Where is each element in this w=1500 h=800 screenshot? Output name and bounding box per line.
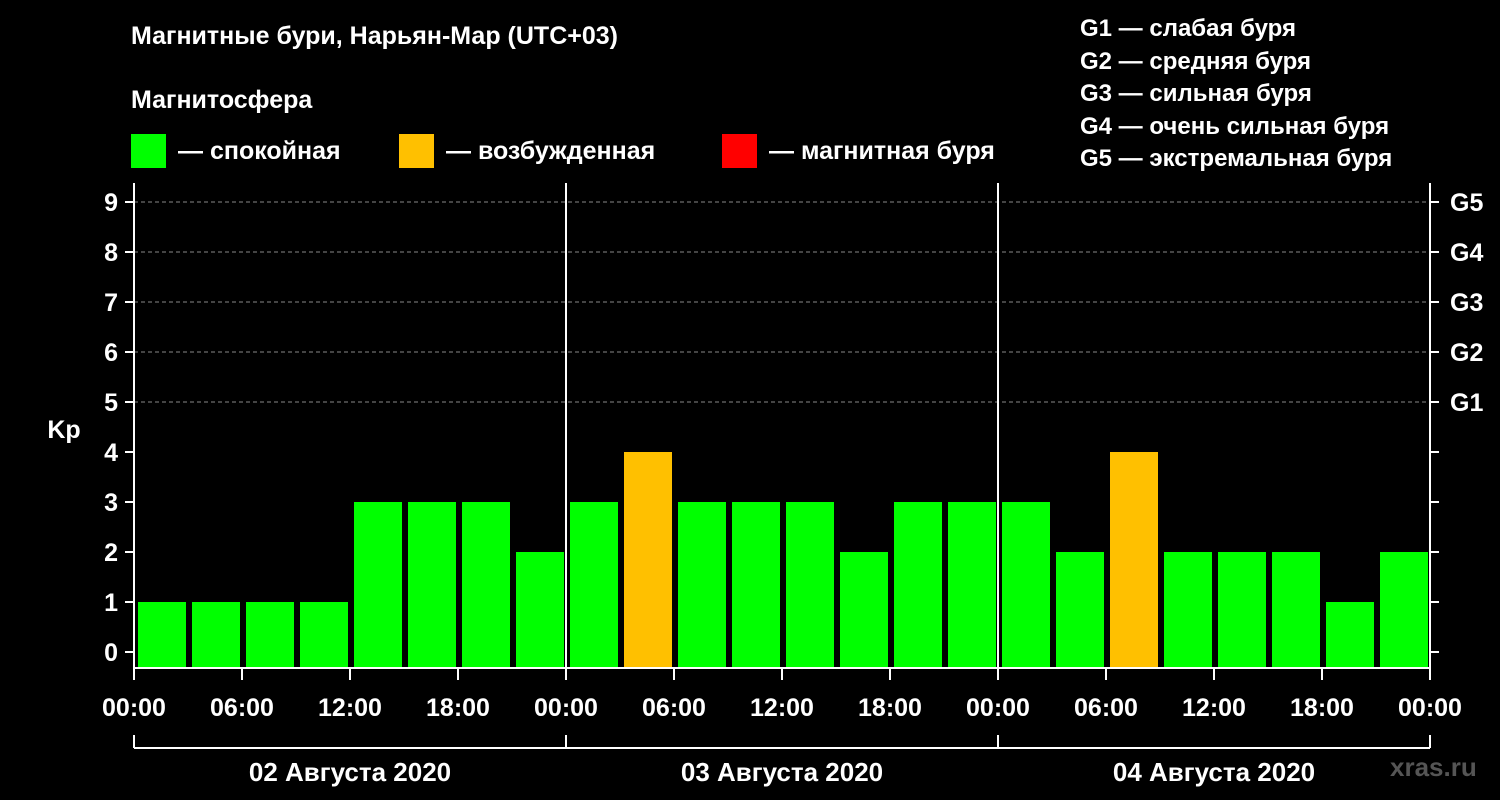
g-level-label: G1 <box>1450 389 1483 417</box>
day-label: 04 Августа 2020 <box>1113 757 1315 787</box>
bar <box>624 452 672 668</box>
x-tick-label: 06:00 <box>1074 694 1138 722</box>
x-tick-label: 12:00 <box>1182 694 1246 722</box>
x-tick-label: 06:00 <box>642 694 706 722</box>
y-tick-label: 8 <box>104 239 118 267</box>
x-tick-label: 12:00 <box>750 694 814 722</box>
day-label: 03 Августа 2020 <box>681 757 883 787</box>
x-tick-label: 18:00 <box>1290 694 1354 722</box>
x-tick-label: 12:00 <box>318 694 382 722</box>
x-tick-label: 18:00 <box>426 694 490 722</box>
bar <box>192 602 240 668</box>
x-tick-label: 18:00 <box>858 694 922 722</box>
y-tick-label: 0 <box>104 639 118 667</box>
y-tick-label: 6 <box>104 339 118 367</box>
x-tick-label: 00:00 <box>1398 694 1462 722</box>
y-tick-label: 5 <box>104 389 118 417</box>
bar <box>300 602 348 668</box>
bar <box>408 502 456 668</box>
bar <box>1110 452 1158 668</box>
x-tick-label: 00:00 <box>102 694 166 722</box>
g-level-label: G2 <box>1450 339 1483 367</box>
bar <box>1164 552 1212 668</box>
bar <box>948 502 996 668</box>
g-level-label: G3 <box>1450 289 1483 317</box>
y-tick-label: 7 <box>104 289 118 317</box>
g-level-label: G5 <box>1450 189 1483 217</box>
x-tick-label: 00:00 <box>534 694 598 722</box>
y-tick-label: 1 <box>104 589 118 617</box>
y-axis-title: Kp <box>47 416 80 444</box>
bar <box>786 502 834 668</box>
bar <box>354 502 402 668</box>
x-tick-label: 00:00 <box>966 694 1030 722</box>
y-tick-label: 9 <box>104 189 118 217</box>
bar <box>1218 552 1266 668</box>
bar <box>516 552 564 668</box>
bar <box>732 502 780 668</box>
bar <box>246 602 294 668</box>
bar <box>1002 502 1050 668</box>
bar <box>138 602 186 668</box>
watermark: xras.ru <box>1390 752 1477 782</box>
bar <box>894 502 942 668</box>
y-tick-label: 4 <box>104 439 118 467</box>
g-level-label: G4 <box>1450 239 1483 267</box>
day-label: 02 Августа 2020 <box>249 757 451 787</box>
bar <box>1272 552 1320 668</box>
bar <box>1326 602 1374 668</box>
y-tick-label: 3 <box>104 489 118 517</box>
bar <box>1380 552 1428 668</box>
bar <box>570 502 618 668</box>
bar <box>678 502 726 668</box>
bar <box>840 552 888 668</box>
x-tick-label: 06:00 <box>210 694 274 722</box>
kp-chart: 0 1 2 3 4 5 6 7 8 9 G1 G2 G3 G4 G5 Kp 00:00 06:00 12:00 18:… <box>47 183 1483 787</box>
bar <box>462 502 510 668</box>
bar <box>1056 552 1104 668</box>
y-tick-label: 2 <box>104 539 118 567</box>
